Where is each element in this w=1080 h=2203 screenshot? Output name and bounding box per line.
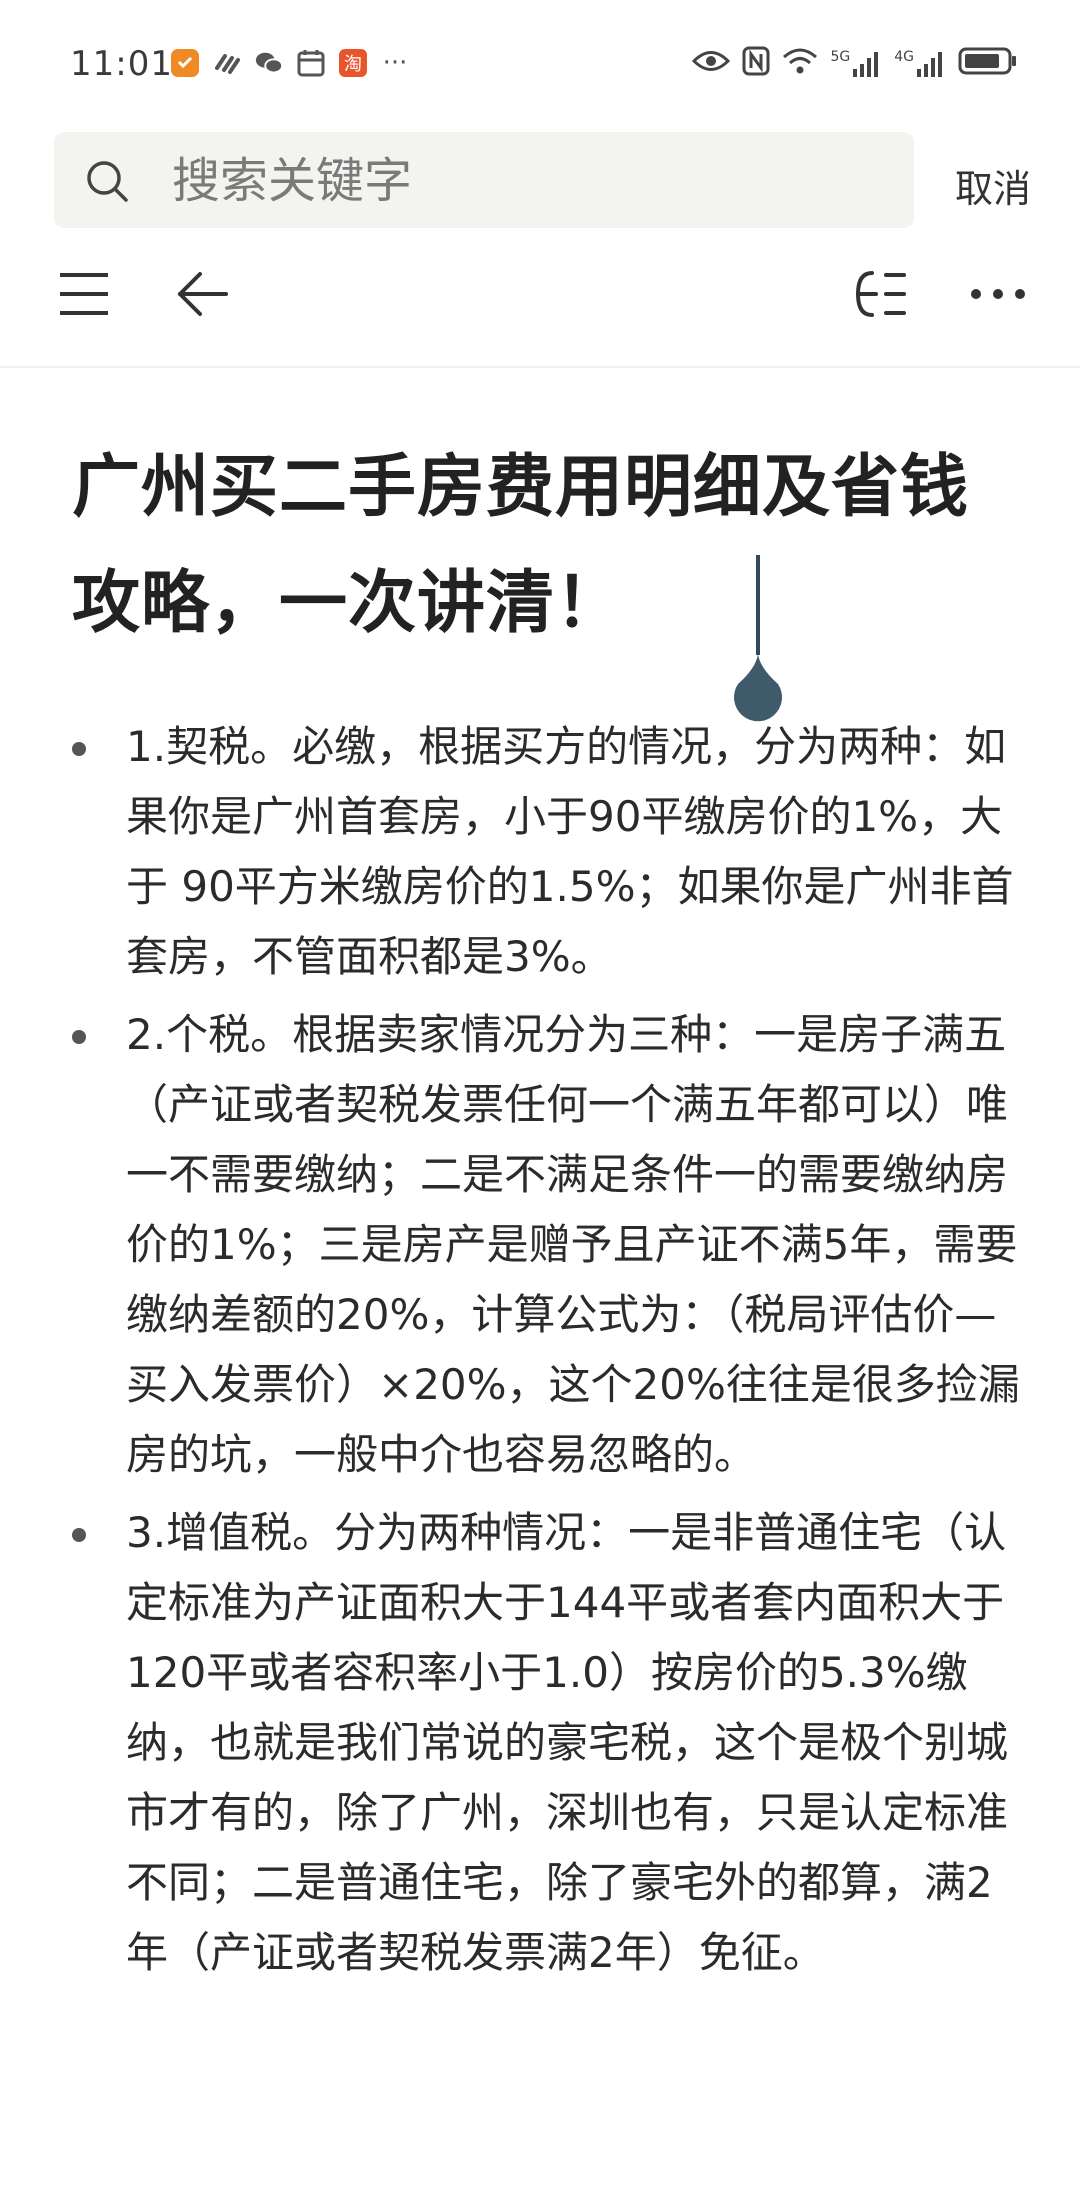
taobao-icon: 淘 [338, 48, 368, 78]
list-item-text: 3.增值税。分为两种情况：一是非普通住宅（认定标准为产证面积大于144平或者套内… [126, 1508, 1009, 1977]
battery-icon [958, 46, 1018, 80]
search-icon [84, 158, 130, 204]
article-body-list: 1.契税。必缴，根据买方的情况，分为两种：如果你是广州首套房，小于90平缴房价的… [0, 712, 1080, 1996]
shield-app-icon [170, 48, 200, 78]
back-arrow-icon[interactable] [170, 262, 234, 326]
list-item[interactable]: 2.个税。根据卖家情况分为三种：一是房子满五（产证或者契税发票任何一个满五年都可… [0, 1000, 1080, 1490]
wifi-icon [782, 47, 818, 79]
list-item[interactable]: 1.契税。必缴，根据买方的情况，分为两种：如果你是广州首套房，小于90平缴房价的… [0, 712, 1080, 992]
eye-icon [692, 48, 731, 78]
more-icon[interactable] [966, 262, 1030, 326]
cancel-button[interactable]: 取消 [955, 158, 1031, 213]
notification-icons: 淘 ··· [170, 48, 410, 78]
system-status-icons: 5G 4G [692, 46, 1018, 80]
signal-5g-icon: 5G [830, 49, 882, 77]
wechat-icon [254, 48, 284, 78]
calendar-icon [296, 48, 326, 78]
signal-4g-icon: 4G [894, 49, 946, 77]
status-time: 11:01 [70, 44, 173, 84]
more-dots-icon: ··· [382, 48, 408, 78]
bullet-icon [72, 742, 86, 756]
bullet-icon [72, 1528, 86, 1542]
search-input[interactable] [170, 150, 894, 212]
toolbar-divider [0, 366, 1080, 368]
outline-icon[interactable] [848, 262, 912, 326]
menu-icon[interactable] [52, 262, 116, 326]
article-title[interactable]: 广州买二手房费用明细及省钱攻略，一次讲清！ [72, 430, 1012, 662]
text-cursor [756, 555, 760, 655]
bullet-icon [72, 1030, 86, 1044]
nfc-icon [742, 46, 770, 80]
list-item-text: 2.个税。根据卖家情况分为三种：一是房子满五（产证或者契税发票任何一个满五年都可… [126, 1010, 1020, 1479]
svg-text:淘: 淘 [344, 54, 362, 75]
link-icon [212, 48, 242, 78]
list-item-text: 1.契税。必缴，根据买方的情况，分为两种：如果你是广州首套房，小于90平缴房价的… [126, 722, 1014, 981]
list-item[interactable]: 3.增值税。分为两种情况：一是非普通住宅（认定标准为产证面积大于144平或者套内… [0, 1498, 1080, 1988]
status-bar: 11:01 淘 ··· 5G 4G [0, 0, 1080, 130]
search-box[interactable] [54, 132, 914, 228]
